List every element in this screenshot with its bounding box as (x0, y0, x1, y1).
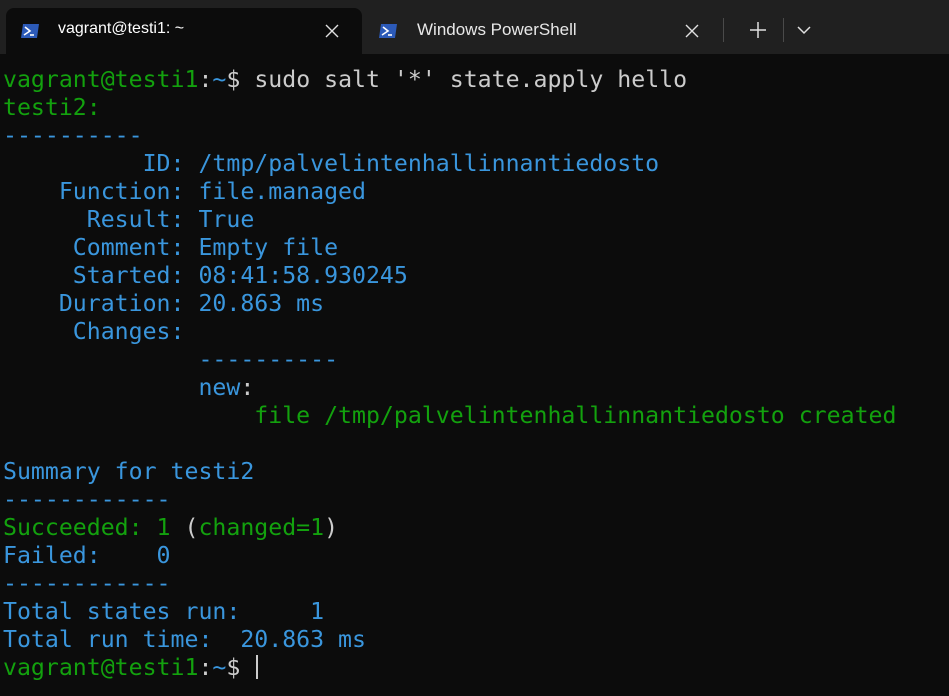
result-value: True (184, 206, 255, 233)
powershell-icon (379, 24, 397, 38)
chevron-down-icon[interactable] (790, 16, 818, 44)
state-id-line: ID: /tmp/palvelintenhallinnantiedosto (0, 150, 949, 178)
tab-divider (723, 18, 724, 42)
tab-bar: vagrant@testi1: ~ Windows PowerShell (0, 0, 949, 54)
comment-value: Empty file (184, 234, 339, 261)
result-line: Result: True (0, 206, 949, 234)
summary-title: Summary for testi2 (3, 458, 255, 485)
prompt-colon: : (198, 66, 213, 93)
prompt-path: ~ (212, 66, 227, 93)
started-line: Started: 08:41:58.930245 (0, 262, 949, 290)
id-value: /tmp/palvelintenhallinnantiedosto (184, 150, 660, 177)
final-prompt-line: vagrant@testi1:~$ (0, 654, 949, 682)
total-states-line: Total states run: 1 (3, 598, 325, 625)
prompt-dollar: $ (226, 654, 255, 681)
paren-close: ) (324, 514, 339, 541)
changed-count: changed=1 (198, 514, 325, 541)
new-tab-plus-icon[interactable] (740, 16, 776, 44)
prompt-user-host: vagrant@testi1 (3, 66, 199, 93)
close-icon[interactable] (322, 21, 342, 41)
new-value: file /tmp/palvelintenhallinnantiedosto c… (3, 402, 897, 429)
duration-line: Duration: 20.863 ms (0, 290, 949, 318)
terminal-output[interactable]: vagrant@testi1:~$ sudo salt '*' state.ap… (0, 54, 949, 696)
tab-vagrant-testi1[interactable]: vagrant@testi1: ~ (6, 8, 362, 54)
function-value: file.managed (184, 178, 366, 205)
succeeded-label: Succeeded: 1 (3, 514, 171, 541)
changes-separator: ---------- (3, 346, 339, 373)
succeeded-line: Succeeded: 1 (changed=1) (0, 514, 949, 542)
paren-open: ( (170, 514, 199, 541)
tab-divider (783, 18, 784, 42)
summary-separator: ------------ (3, 486, 171, 513)
text-cursor (256, 655, 259, 679)
comment-key: Comment: (3, 234, 185, 261)
separator: ---------- (3, 122, 143, 149)
summary-separator: ------------ (3, 570, 171, 597)
started-key: Started: (3, 262, 185, 289)
total-time-line: Total run time: 20.863 ms (3, 626, 366, 653)
new-key: new (3, 374, 241, 401)
changes-key: Changes: (3, 318, 185, 345)
prompt-colon: : (198, 654, 213, 681)
id-key: ID: (3, 150, 185, 177)
new-colon: : (240, 374, 255, 401)
prompt-user-host: vagrant@testi1 (3, 654, 199, 681)
tab-windows-powershell[interactable]: Windows PowerShell (366, 8, 714, 54)
prompt-path: ~ (212, 654, 227, 681)
duration-value: 20.863 ms (184, 290, 325, 317)
new-line: new: (0, 374, 949, 402)
failed-line: Failed: 0 (3, 542, 171, 569)
started-value: 08:41:58.930245 (184, 262, 408, 289)
result-key: Result: (3, 206, 185, 233)
close-icon[interactable] (682, 21, 702, 41)
tab-title: vagrant@testi1: ~ (58, 20, 185, 37)
prompt-dollar: $ (226, 66, 241, 93)
duration-key: Duration: (3, 290, 185, 317)
function-line: Function: file.managed (0, 178, 949, 206)
tab-title: Windows PowerShell (417, 20, 577, 39)
powershell-icon (21, 24, 39, 38)
comment-line: Comment: Empty file (0, 234, 949, 262)
function-key: Function: (3, 178, 185, 205)
terminal-window: vagrant@testi1: ~ Windows PowerShell vag… (0, 0, 949, 696)
minion-name: testi2: (3, 94, 101, 121)
command-text: sudo salt '*' state.apply hello (240, 66, 688, 93)
command-line: vagrant@testi1:~$ sudo salt '*' state.ap… (0, 66, 949, 94)
